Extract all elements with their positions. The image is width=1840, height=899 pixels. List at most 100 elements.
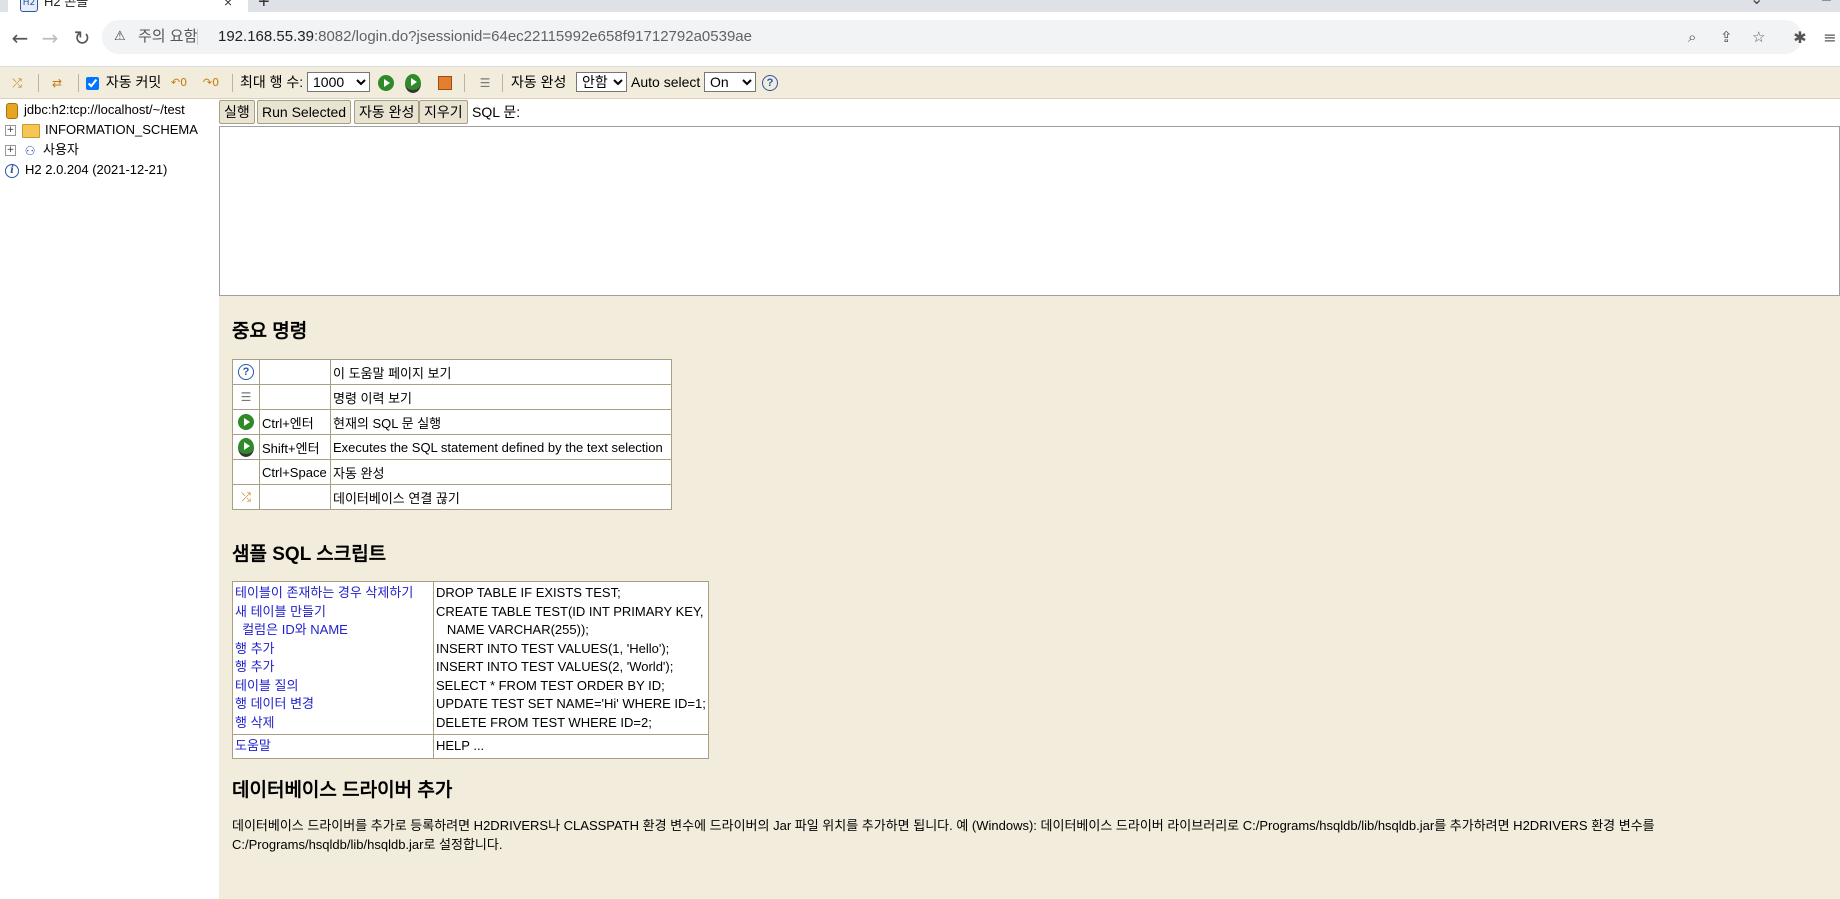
shortcut-key: Ctrl+엔터	[259, 409, 331, 435]
extensions-puzzle-icon[interactable]: ✱	[1788, 26, 1812, 50]
sample-sql-table: 테이블이 존재하는 경우 삭제하기 새 테이블 만들기 컬럼은 ID와 NAME…	[232, 581, 709, 759]
sample-sql-title: 샘플 SQL 스크립트	[232, 544, 387, 565]
sample-link[interactable]: 테이블이 존재하는 경우 삭제하기	[235, 584, 431, 603]
minimize-icon[interactable]: –	[1822, 0, 1831, 8]
bookmark-star-icon[interactable]: ☆	[1752, 28, 1765, 46]
url-path: :8082/login.do?jsessionid=64ec22115992e6…	[313, 28, 752, 45]
command-description: 명령 이력 보기	[330, 384, 672, 410]
new-tab-button[interactable]: +	[258, 0, 270, 12]
sample-link[interactable]: 행 삭제	[235, 714, 431, 733]
autocommit-label: 자동 커밋	[105, 74, 162, 90]
sample-sql: CREATE TABLE TEST(ID INT PRIMARY KEY,	[436, 603, 704, 619]
sample-link[interactable]: 컬럼은 ID와 NAME	[235, 621, 431, 640]
stop-icon[interactable]	[438, 76, 452, 91]
sample-sql: DROP TABLE IF EXISTS TEST;	[436, 585, 621, 600]
max-rows-label: 최대 행 수:	[240, 74, 304, 90]
rollback-icon[interactable]: ↶0	[170, 74, 188, 92]
table-row: Shift+엔터 Executes the SQL statement defi…	[232, 434, 672, 460]
security-label[interactable]: 주의 요함	[138, 28, 197, 46]
run-selected-icon[interactable]	[405, 73, 421, 93]
table-row: 도움말 HELP ...	[232, 734, 709, 759]
toolbar-divider	[38, 74, 39, 92]
disconnect-icon[interactable]: ⤮	[237, 488, 255, 506]
h2-toolbar: ⤮ ⇄ 자동 커밋 ↶0 ↷0 최대 행 수: 1000 ☰ 자동 완성 안함 …	[0, 67, 1840, 99]
sample-link[interactable]: 행 추가	[235, 658, 431, 677]
url-text[interactable]: 192.168.55.39:8082/login.do?jsessionid=6…	[218, 28, 752, 46]
back-arrow-icon[interactable]: ←	[8, 26, 32, 50]
database-icon	[6, 102, 18, 119]
tree-version: i H2 2.0.204 (2021-12-21)	[5, 161, 167, 179]
autocomplete-button[interactable]: 자동 완성	[354, 100, 420, 124]
tree-item-label: INFORMATION_SCHEMA	[45, 122, 198, 137]
help-icon[interactable]: ?	[762, 75, 778, 92]
tree-item-label: 사용자	[43, 142, 79, 157]
history-icon[interactable]: ☰	[476, 74, 494, 92]
history-icon[interactable]: ☰	[237, 388, 255, 406]
autocomplete-select[interactable]: 안함	[576, 72, 627, 92]
zoom-icon[interactable]: ⌕	[1688, 28, 1696, 46]
sample-sql: INSERT INTO TEST VALUES(1, 'Hello');	[436, 640, 670, 656]
run-icon[interactable]	[238, 414, 254, 431]
add-driver-text: 데이터베이스 드라이버를 추가로 등록하려면 H2DRIVERS나 CLASSP…	[232, 818, 1655, 852]
run-icon[interactable]	[378, 75, 394, 92]
max-rows-select[interactable]: 1000	[307, 72, 370, 92]
help-icon[interactable]: ?	[238, 364, 254, 381]
browser-tab-strip: H2 H2 콘솔 × + ⌄ –	[0, 0, 1840, 12]
sql-input[interactable]	[219, 126, 1840, 296]
autocommit-checkbox[interactable]	[86, 76, 99, 90]
important-commands-title: 중요 명령	[232, 321, 308, 342]
sample-link[interactable]: 행 데이터 변경	[235, 695, 431, 714]
tree-item-information-schema[interactable]: + INFORMATION_SCHEMA	[5, 121, 198, 139]
omnibox-divider	[197, 29, 198, 45]
shortcut-key	[259, 359, 331, 385]
table-row: ? 이 도움말 페이지 보기	[232, 359, 672, 385]
close-tab-icon[interactable]: ×	[224, 0, 232, 10]
sample-link[interactable]: 테이블 질의	[235, 677, 431, 696]
folder-icon	[22, 123, 40, 138]
toolbar-divider	[232, 74, 233, 92]
run-button[interactable]: 실행	[219, 100, 255, 124]
share-icon[interactable]: ⇪	[1720, 28, 1733, 46]
table-row: Ctrl+엔터 현재의 SQL 문 실행	[232, 409, 672, 435]
browser-tab[interactable]: H2 H2 콘솔 ×	[8, 0, 248, 12]
command-description: 자동 완성	[330, 459, 672, 485]
refresh-tree-icon[interactable]: ⇄	[48, 74, 66, 92]
url-host: 192.168.55.39	[218, 28, 314, 45]
toolbar-divider	[464, 74, 465, 92]
forward-arrow-icon[interactable]: →	[38, 26, 62, 50]
toolbar-divider	[78, 74, 79, 92]
table-row: ⤮ 데이터베이스 연결 끊기	[232, 484, 672, 510]
auto-select-select[interactable]: On	[704, 72, 756, 92]
sample-link[interactable]: 새 테이블 만들기	[235, 603, 431, 622]
expand-icon[interactable]: +	[5, 145, 16, 157]
disconnect-icon[interactable]: ⤮	[8, 74, 26, 92]
chevron-down-icon[interactable]: ⌄	[1750, 0, 1763, 8]
h2-favicon-icon: H2	[20, 0, 38, 12]
command-description: 현재의 SQL 문 실행	[330, 409, 672, 435]
browser-tab-title: H2 콘솔	[44, 0, 89, 9]
tree-item-users[interactable]: + ⚇ 사용자	[5, 141, 79, 159]
url-omnibox[interactable]: ⚠ 주의 요함 192.168.55.39:8082/login.do?jses…	[102, 20, 1802, 54]
run-selected-button[interactable]: Run Selected	[257, 100, 352, 124]
expand-icon[interactable]: +	[5, 125, 16, 137]
query-button-bar: 실행 Run Selected 자동 완성 지우기 SQL 문:	[219, 99, 1840, 127]
auto-select-label: Auto select	[631, 74, 701, 90]
version-label: H2 2.0.204 (2021-12-21)	[25, 162, 168, 177]
help-link[interactable]: 도움말	[235, 738, 271, 753]
reload-icon[interactable]: ↻	[70, 26, 94, 50]
main-panel: 실행 Run Selected 자동 완성 지우기 SQL 문: 중요 명령 ? 이…	[219, 99, 1840, 899]
media-playlist-icon[interactable]: ≡	[1818, 26, 1840, 50]
sample-link[interactable]: 행 추가	[235, 640, 431, 659]
warning-triangle-icon[interactable]: ⚠	[114, 28, 126, 46]
table-row: ☰ 명령 이력 보기	[232, 384, 672, 410]
shortcut-key: Ctrl+Space	[259, 459, 331, 485]
clear-button[interactable]: 지우기	[419, 100, 468, 124]
commit-icon[interactable]: ↷0	[202, 74, 220, 92]
shortcut-key	[259, 484, 331, 510]
browser-address-bar: ← → ↻ ⚠ 주의 요함 192.168.55.39:8082/login.d…	[0, 12, 1840, 67]
tree-connection[interactable]: jdbc:h2:tcp://localhost/~/test	[6, 101, 185, 119]
users-icon: ⚇	[24, 143, 36, 158]
toolbar-divider	[502, 74, 503, 92]
run-selected-icon[interactable]	[238, 437, 254, 457]
command-description: Executes the SQL statement defined by th…	[330, 434, 672, 460]
